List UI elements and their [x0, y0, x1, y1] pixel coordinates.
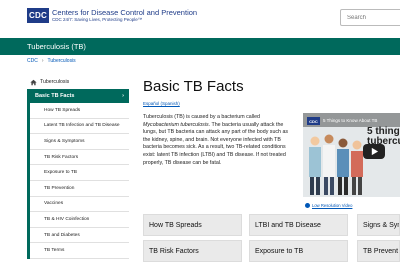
- breadcrumb-cdc[interactable]: CDC: [27, 58, 38, 64]
- chevron-icon: ›: [122, 93, 124, 99]
- sidebar-item-exposure[interactable]: Exposure to TB: [30, 165, 129, 181]
- video-player[interactable]: CDC 5 Things to Know About TB 5 thing tub…: [303, 113, 400, 197]
- card-risk-factors[interactable]: TB Risk Factors: [143, 240, 242, 262]
- card-signs-symptoms[interactable]: Signs & Sym: [357, 214, 400, 236]
- sidebar-item-signs-symptoms[interactable]: Signs & Symptoms: [30, 134, 129, 150]
- sidebar-item-tb-diabetes[interactable]: TB and Diabetes: [30, 228, 129, 244]
- play-icon: [371, 147, 378, 156]
- search-input[interactable]: [340, 9, 400, 26]
- cdc-logo[interactable]: CDC: [27, 8, 49, 23]
- breadcrumb: CDC › Tuberculosis: [27, 58, 76, 64]
- sidebar-item-label: Tuberculosis: [40, 79, 70, 85]
- video-caption: 5 Things to Know About TB: [323, 118, 378, 123]
- org-name[interactable]: Centers for Disease Control and Preventi…: [52, 8, 197, 17]
- topic-title-bar: Tuberculosis (TB): [0, 38, 400, 55]
- breadcrumb-tuberculosis[interactable]: Tuberculosis: [48, 58, 76, 64]
- low-resolution-video-label: Low Resolution Video: [312, 203, 353, 208]
- sidebar-item-vaccines[interactable]: Vaccines: [30, 197, 129, 213]
- intro-text-2: . The bacteria usually attack the lungs,…: [143, 121, 289, 166]
- sidebar-subitems: How TB Spreads Latent TB Infection and T…: [27, 103, 129, 259]
- info-icon: [305, 203, 310, 208]
- sidebar-item-risk-factors[interactable]: TB Risk Factors: [30, 150, 129, 166]
- intro-text-1: Tuberculosis (TB) is caused by a bacteri…: [143, 114, 260, 120]
- sidebar-item-tb-hiv[interactable]: TB & HIV Coinfection: [30, 212, 129, 228]
- org-tagline: CDC 24/7: Saving Lives, Protecting Peopl…: [52, 17, 143, 22]
- card-exposure[interactable]: Exposure to TB: [249, 240, 348, 262]
- card-how-tb-spreads[interactable]: How TB Spreads: [143, 214, 242, 236]
- sidebar-item-label: Basic TB Facts: [35, 93, 75, 99]
- topic-title[interactable]: Tuberculosis (TB): [27, 42, 86, 51]
- breadcrumb-separator: ›: [41, 58, 44, 64]
- sidebar-item-tb-terms[interactable]: TB Terms: [30, 243, 129, 259]
- play-button[interactable]: [363, 144, 385, 159]
- sidebar-nav: Tuberculosis Basic TB Facts › How TB Spr…: [27, 75, 129, 259]
- sidebar-item-prevention[interactable]: TB Prevention: [30, 181, 129, 197]
- intro-paragraph: Tuberculosis (TB) is caused by a bacteri…: [143, 114, 295, 167]
- card-prevention[interactable]: TB Prevent: [357, 240, 400, 262]
- bacterium-name: Mycobacterium tuberculosis: [143, 121, 209, 128]
- sidebar-item-tuberculosis[interactable]: Tuberculosis: [27, 75, 129, 89]
- page-title: Basic TB Facts: [143, 78, 244, 95]
- sidebar-item-how-tb-spreads[interactable]: How TB Spreads: [30, 103, 129, 119]
- card-ltbi-tb-disease[interactable]: LTBI and TB Disease: [249, 214, 348, 236]
- site-header: CDC Centers for Disease Control and Prev…: [0, 0, 400, 38]
- sidebar-item-basic-tb-facts[interactable]: Basic TB Facts ›: [27, 89, 129, 103]
- home-icon: [30, 79, 37, 85]
- low-resolution-video-link[interactable]: Low Resolution Video: [305, 203, 352, 208]
- sidebar-item-latent-tb[interactable]: Latent TB Infection and TB Disease: [30, 119, 129, 135]
- spanish-link[interactable]: Español (Spanish): [143, 101, 180, 106]
- video-cdc-logo: CDC: [307, 117, 320, 125]
